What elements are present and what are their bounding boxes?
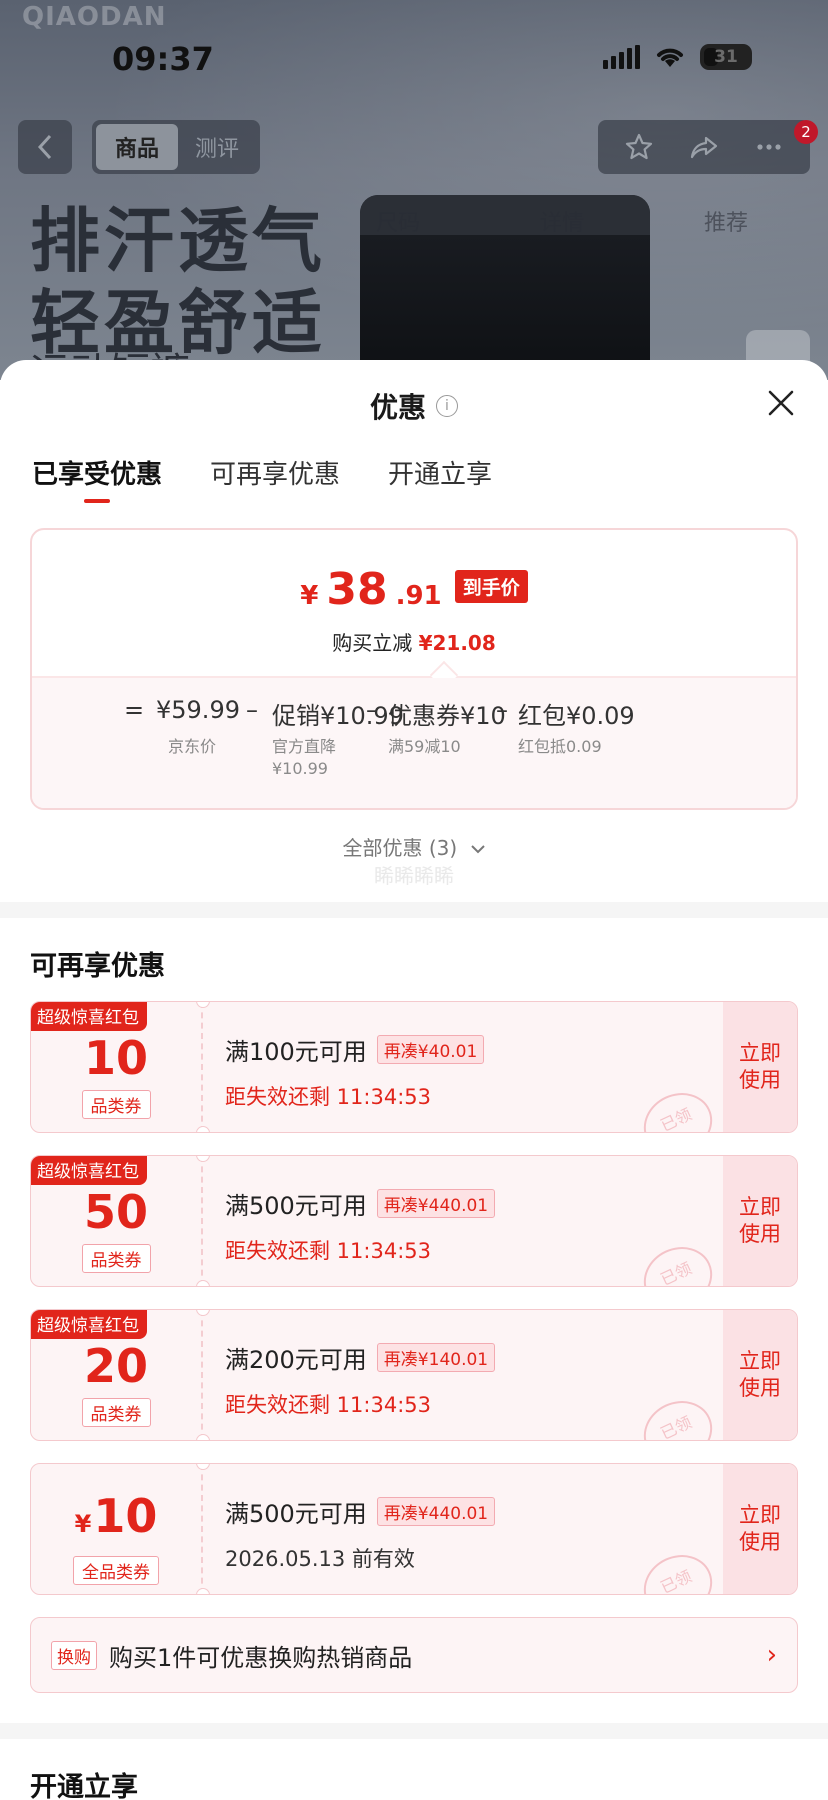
tab-review[interactable]: 测评 xyxy=(178,131,256,163)
watermark: 睎睎睎睎 xyxy=(374,864,454,888)
chevron-down-icon xyxy=(470,845,485,854)
page-tabs: 商品 测评 xyxy=(92,120,260,174)
coupon-amount: 20 xyxy=(83,1338,148,1393)
price-formula: = ¥59.99 – 促销¥10.99 – 优惠券¥10 – 红包¥0.09 京… xyxy=(32,678,796,808)
coupon-condition: 满100元可用 xyxy=(225,1038,367,1066)
tab-recommend: 推荐 xyxy=(703,211,748,236)
coupon-gap-chip: 再凑¥140.01 xyxy=(376,1343,496,1372)
formula-op: – xyxy=(366,696,378,724)
coupon-card: ¥10 全品类券 满500元可用 再凑¥440.01 2026.05.13 前有效 已领立… xyxy=(30,1463,798,1595)
share-icon[interactable] xyxy=(689,132,719,162)
brand-logo: QIAODAN xyxy=(22,2,167,32)
coupon-condition: 满500元可用 xyxy=(225,1192,367,1220)
detail-tabs: 尺码 详情 推荐 xyxy=(0,205,828,237)
close-icon[interactable] xyxy=(764,386,798,420)
message-badge: 2 xyxy=(794,120,818,144)
sheet-header: 优惠 i xyxy=(0,360,828,450)
coupon-expiry: 2026.05.13 前有效 xyxy=(225,1547,415,1571)
coupon-amount: ¥10 xyxy=(74,1488,158,1543)
coupon-type: 品类券 xyxy=(81,1089,151,1119)
chevron-left-icon xyxy=(37,134,52,160)
final-price: ¥38.91 xyxy=(300,564,442,615)
coupon-expiry: 距失效还剩 11:34:53 xyxy=(225,1239,431,1263)
tab-size: 尺码 xyxy=(375,211,420,236)
battery-icon: 31 xyxy=(700,44,752,70)
tab-enjoyed[interactable]: 已享受优惠 xyxy=(32,450,162,503)
more-icon[interactable] xyxy=(754,132,784,162)
all-offers-toggle[interactable]: 全部优惠 (3) 睎睎睎睎 xyxy=(0,832,828,902)
coupon-type: 品类券 xyxy=(81,1243,151,1273)
chevron-right-icon: › xyxy=(766,1640,777,1670)
coupon-details: 满100元可用 再凑¥40.01 距失效还剩 11:34:53 已领 xyxy=(203,1002,723,1132)
use-now-button[interactable]: 立即 使用 xyxy=(723,1310,797,1440)
coupon-amount: 10 xyxy=(83,1030,148,1085)
coupon-gap-chip: 再凑¥440.01 xyxy=(376,1497,496,1526)
status-time: 09:37 xyxy=(112,40,214,78)
swap-tag: 换购 xyxy=(51,1640,97,1670)
coupon-value: ¥10 全品类券 xyxy=(31,1464,203,1594)
coupon-list: 超级惊喜红包 10 品类券 满100元可用 再凑¥40.01 距失效还剩 11:34:53… xyxy=(0,1001,828,1595)
use-now-button[interactable]: 立即 使用 xyxy=(723,1156,797,1286)
formula-note-coupon: 满59减10 xyxy=(388,737,461,756)
coupon-gap-chip: 再凑¥440.01 xyxy=(376,1189,496,1218)
background-page: QIAODAN 排汗透气 轻盈舒适 运动短裤 尺码 详情 推荐 09:37 31… xyxy=(0,0,828,380)
coupon-badge: 超级惊喜红包 xyxy=(31,1156,147,1185)
formula-jd-price: ¥59.99 xyxy=(156,696,240,724)
sheet-title: 优惠 xyxy=(369,391,426,424)
use-now-button[interactable]: 立即 使用 xyxy=(723,1464,797,1594)
coupon-card: 超级惊喜红包 50 品类券 满500元可用 再凑¥440.01 距失效还剩 11:34:5… xyxy=(30,1155,798,1287)
tab-product[interactable]: 商品 xyxy=(96,124,178,170)
coupon-value: 超级惊喜红包 50 品类券 xyxy=(31,1156,203,1286)
star-icon[interactable] xyxy=(624,132,654,162)
tab-more-offers[interactable]: 可再享优惠 xyxy=(210,450,340,491)
coupon-details: 满500元可用 再凑¥440.01 距失效还剩 11:34:53 已领 xyxy=(203,1156,723,1286)
nav-actions xyxy=(598,120,810,174)
final-price-tag: 到手价 xyxy=(454,570,528,603)
formula-note-redpacket: 红包抵0.09 xyxy=(518,737,602,756)
formula-redpacket: 红包¥0.09 xyxy=(518,702,635,730)
tab-detail: 详情 xyxy=(539,211,584,236)
wifi-icon xyxy=(657,48,683,67)
section-title-open-enjoy: 开通立享 xyxy=(30,1772,138,1800)
formula-op: – xyxy=(496,696,508,724)
coupon-badge: 超级惊喜红包 xyxy=(31,1310,147,1339)
tab-open-enjoy[interactable]: 开通立享 xyxy=(388,450,492,491)
formula-promo: 促销¥10.99 xyxy=(272,702,404,730)
coupon-gap-chip: 再凑¥40.01 xyxy=(376,1035,485,1064)
coupon-condition: 满200元可用 xyxy=(225,1346,367,1374)
swap-text: 购买1件可优惠换购热销商品 xyxy=(109,1643,413,1672)
back-button[interactable] xyxy=(18,120,72,174)
formula-note-promo: 官方直降 ¥10.99 xyxy=(272,737,337,778)
coupon-condition: 满500元可用 xyxy=(225,1500,367,1528)
coupon-type: 品类券 xyxy=(81,1397,151,1427)
swap-purchase-row[interactable]: 换购 购买1件可优惠换购热销商品 › xyxy=(30,1617,798,1693)
coupon-expiry: 距失效还剩 11:34:53 xyxy=(225,1393,431,1417)
coupon-value: 超级惊喜红包 20 品类券 xyxy=(31,1310,203,1440)
coupon-badge: 超级惊喜红包 xyxy=(31,1002,147,1031)
coupon-details: 满500元可用 再凑¥440.01 2026.05.13 前有效 已领 xyxy=(203,1464,723,1594)
instant-discount: 购买立减 ¥21.08 xyxy=(332,631,496,655)
price-card: ¥38.91 到手价 购买立减 ¥21.08 = ¥59.99 – 促销¥10.… xyxy=(30,528,798,810)
offer-tabs: 已享受优惠 可再享优惠 开通立享 xyxy=(0,450,828,510)
info-icon[interactable]: i xyxy=(436,395,458,417)
use-now-button[interactable]: 立即 使用 xyxy=(723,1002,797,1132)
coupon-card: 超级惊喜红包 20 品类券 满200元可用 再凑¥140.01 距失效还剩 11:34:5… xyxy=(30,1309,798,1441)
coupon-card: 超级惊喜红包 10 品类券 满100元可用 再凑¥40.01 距失效还剩 11:34:53… xyxy=(30,1001,798,1133)
formula-coupon: 优惠券¥10 xyxy=(388,702,506,730)
coupon-expiry: 距失效还剩 11:34:53 xyxy=(225,1085,431,1109)
formula-op: – xyxy=(246,696,258,724)
status-icons: 31 xyxy=(603,44,752,70)
coupon-amount: 50 xyxy=(83,1184,148,1239)
signal-icon xyxy=(603,45,640,69)
offer-sheet: 优惠 i 已享受优惠 可再享优惠 开通立享 ¥38.91 到手价 购买立减 ¥2… xyxy=(0,360,828,1800)
section-title-more-offers: 可再享优惠 xyxy=(30,951,165,982)
coupon-value: 超级惊喜红包 10 品类券 xyxy=(31,1002,203,1132)
formula-equals: = xyxy=(124,696,145,724)
coupon-details: 满200元可用 再凑¥140.01 距失效还剩 11:34:53 已领 xyxy=(203,1310,723,1440)
formula-note-jd: 京东价 xyxy=(168,737,217,756)
coupon-type: 全品类券 xyxy=(73,1555,159,1585)
